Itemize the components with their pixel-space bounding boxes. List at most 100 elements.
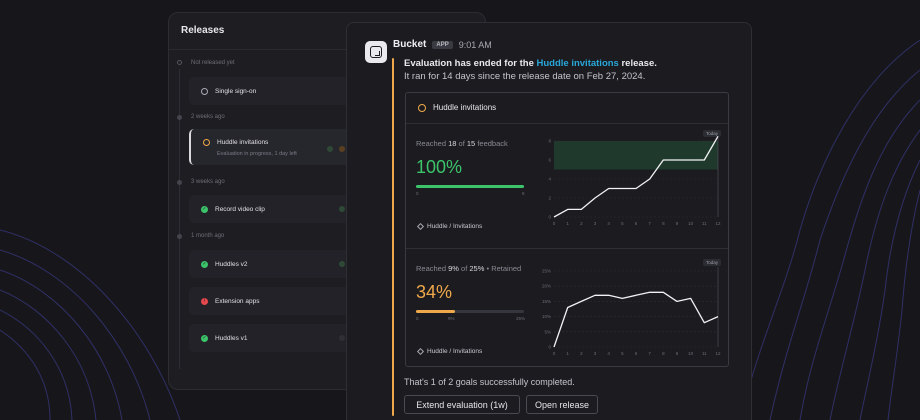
sender-name[interactable]: Bucket [393,39,426,50]
goal-1-progress [416,185,524,188]
goal-2-progress [416,310,524,313]
bucket-logo-icon [370,46,382,58]
y-tick-label: 6 [548,158,551,163]
goal-2-bar-min: 0 [416,316,419,321]
x-tick-label: 7 [648,221,651,226]
y-tick-label: 8 [548,139,551,144]
open-release-button[interactable]: Open release [526,395,598,414]
goal-1-bar-min: 0 [416,191,419,196]
x-tick-label: 6 [635,221,638,226]
in-progress-circle-icon [203,139,210,146]
release-link[interactable]: Huddle invitations [537,58,619,69]
release-subtitle: Evaluation in progress, 1 day left [217,151,297,157]
feedback-chart: 024680 1 2 3 4 5 6 7 8 9 10 11 12 [548,135,721,226]
goal-1-percent: 100% [416,157,463,177]
goals-summary: That's 1 of 2 goals successfully complet… [404,377,575,387]
release-item-extension-apps[interactable]: / Extension apps [189,287,359,315]
x-tick-label: 10 [688,351,694,356]
timeline-dot [177,60,182,65]
y-tick-label: 10% [542,314,551,319]
in-progress-circle-icon [418,103,426,112]
x-tick-label: 0 [553,221,556,226]
message-headline: Evaluation has ended for the Huddle invi… [404,58,657,69]
check-badge-icon [339,261,345,267]
y-tick-label: 5% [544,329,551,334]
goal-1-bar-max: 8 [522,191,525,196]
check-circle-icon: ✓ [201,205,208,213]
group-label: 2 weeks ago [191,114,225,120]
goal-2-progress-fill [416,310,455,313]
x-tick-label: 3 [594,221,597,226]
release-item-huddle-invitations[interactable]: Huddle invitations Evaluation in progres… [189,129,359,165]
release-name: Huddles v2 [215,260,248,268]
message-subline: It ran for 14 days since the release dat… [404,71,646,82]
progress-badge-icon [339,146,345,152]
release-name: Huddles v1 [215,334,248,342]
release-item-huddles-v2[interactable]: ✓ Huddles v2 [189,250,359,278]
x-tick-label: 1 [566,221,569,226]
check-circle-icon: ✓ [201,334,208,342]
x-tick-label: 8 [662,221,665,226]
evaluation-card: Huddle invitations Reached 18 of 15 feed… [405,92,729,367]
x-tick-label: 8 [662,351,665,356]
feature-diamond-icon [416,222,425,231]
bucket-message: Bucket APP 9:01 AM Evaluation has ended … [346,22,752,420]
releases-title: Releases [181,25,225,36]
check-badge-icon [339,206,345,212]
timeline-dot [177,180,182,185]
x-tick-label: 11 [702,351,707,356]
release-name: Extension apps [215,297,260,305]
message-header: Bucket APP 9:01 AM [393,39,492,50]
release-item-record-video-clip[interactable]: ✓ Record video clip [189,195,359,223]
group-label: 1 month ago [191,233,225,239]
target-band [554,141,718,170]
goal-2-percent: 34% [416,282,453,302]
attachment-accent-bar [392,58,394,416]
x-tick-label: 2 [580,351,583,356]
timeline-dot [177,234,182,239]
goal-2-caption: Reached 9% of 25% • Retained [416,264,522,273]
x-tick-label: 12 [715,351,721,356]
skip-badge-icon [339,335,345,341]
x-tick-label: 9 [676,351,679,356]
x-tick-label: 11 [702,221,707,226]
y-tick-label: 25% [542,269,551,274]
release-item-single-sign-on[interactable]: Single sign-on [189,77,359,105]
y-tick-label: 0 [548,345,551,350]
evaluation-card-title: Huddle invitations [433,103,497,112]
x-tick-label: 12 [715,221,721,226]
timeline-dot [177,115,182,120]
x-tick-label: 5 [621,351,624,356]
goal-2-bar-mark: 9% [448,316,455,321]
evaluation-card-header: Huddle invitations [418,103,496,112]
x-tick-label: 4 [607,221,610,226]
check-badge-icon [327,146,333,152]
release-name: Single sign-on [215,87,257,95]
goal-1-feature[interactable]: Huddle / Invitations [416,222,482,231]
x-tick-label: 4 [607,351,610,356]
bucket-app-avatar[interactable] [365,41,387,63]
app-badge: APP [432,40,453,49]
x-tick-label: 6 [635,351,638,356]
goal-1-caption: Reached 18 of 15 feedback [416,139,508,148]
group-label: 3 weeks ago [191,179,225,185]
timeline-line [179,69,180,369]
x-tick-label: 10 [688,221,694,226]
x-tick-label: 1 [566,351,569,356]
goal-2-feature[interactable]: Huddle / Invitations [416,347,482,356]
group-label: Not released yet [191,60,235,66]
y-tick-label: 0 [548,215,551,220]
x-tick-label: 9 [676,221,679,226]
x-tick-label: 5 [621,221,624,226]
x-tick-label: 2 [580,221,583,226]
card-divider [406,248,728,249]
y-tick-label: 20% [542,284,551,289]
failed-circle-icon: / [201,297,208,305]
feature-diamond-icon [416,347,425,356]
extend-evaluation-button[interactable]: Extend evaluation (1w) [404,395,520,414]
card-divider [406,123,728,124]
message-time[interactable]: 9:01 AM [459,40,492,50]
release-item-huddles-v1[interactable]: ✓ Huddles v1 [189,324,359,352]
release-name: Record video clip [215,205,265,213]
pending-circle-icon [201,87,208,95]
